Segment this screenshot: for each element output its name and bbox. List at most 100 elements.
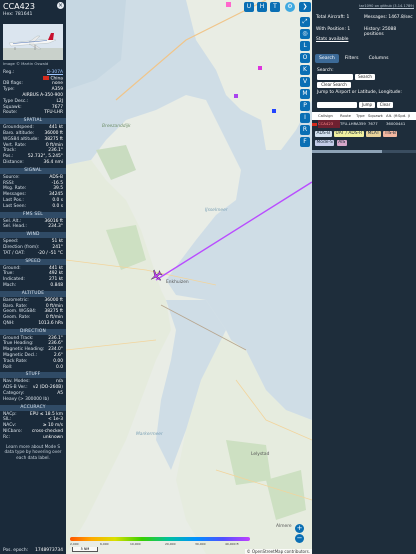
map-button-l[interactable]: L [300,41,310,51]
map-canvas[interactable] [66,0,312,554]
field-value: 0.0 [56,364,63,370]
china-flag-icon [43,75,50,80]
jump-button[interactable]: Jump [359,102,375,108]
jump-label: Jump to Airport or Latitude, Longitude: [317,90,402,95]
route-label: Route: [3,110,18,116]
history-positions: History: 25088 positions [364,27,397,37]
col-callsign[interactable]: Callsign [318,112,340,120]
stats-available-link[interactable]: Stats available [316,37,348,42]
map-label-enkhuizen: Enkhuizen [166,280,189,285]
altitude-list: Barometric: 36000 ft Baro. Rate: 0 ft/min Ge… [0,298,66,327]
legend-modes: Mode-S [315,140,335,146]
speed-list: Ground: 441 kt True: 492 kt Indicated: 271 kt… [0,266,66,289]
table-row[interactable]: CCA423 TFU-LHR A359 7677 36000 441 [312,120,416,128]
altitude-tick: 10,000 [130,542,141,546]
field-label: Mach: [3,282,17,288]
legend-uat: UAT / ADS-R [334,131,364,137]
zoom-in-button[interactable]: + [295,524,304,533]
map-view[interactable]: Breezanddijk IJsselmeer Markermeer Enkhu… [66,0,312,554]
route-value: TFU-LHR [44,110,63,116]
spatial-list: Groundspeed: 441 kt Baro. altitude: 36000 f… [0,125,66,166]
wind-list: Speed: 51 kt Direction (from): 241° TAT / OA… [0,239,66,256]
photo-credit[interactable]: Image © Martin Oswald [0,60,66,70]
wind-row: TAT / OAT: -20 / -51 °C [0,251,66,257]
zoom-out-button[interactable]: − [295,534,304,543]
map-button-k[interactable]: K [300,65,310,75]
map-button-t[interactable]: T [270,2,280,12]
map-button-m[interactable]: M [300,89,310,99]
learn-more-text: Learn more about Mode S data type by hov… [4,443,62,460]
section-accuracy[interactable]: ACCURACY [0,404,66,411]
section-wind[interactable]: WIND [0,232,66,239]
table-horizontal-scrollbar[interactable] [312,150,416,153]
field-value: 0.848 [50,282,63,288]
altitude-color-ticks: 2,000 6,000 10,000 20,000 30,000 40,000 … [70,542,250,546]
section-signal[interactable]: SIGNAL [0,167,66,174]
map-button-p[interactable]: P [300,101,310,111]
hex-line: Hex: 781641 [3,12,63,18]
fullscreen-icon[interactable]: ⤢ [300,17,310,27]
callsign-title[interactable]: CCA423 [3,2,63,12]
close-icon[interactable]: × [57,2,64,9]
map-label-almere: Almere [276,524,292,529]
search-button[interactable]: Search [355,74,375,80]
jump-input[interactable] [317,102,357,108]
tab-filters[interactable]: Filters [341,54,363,63]
altitude-tick: 20,000 [165,542,176,546]
field-value: unknown [43,434,63,440]
section-fms-sel[interactable]: FMS SEL [0,211,66,218]
section-spatial[interactable]: SPATIAL [0,118,66,125]
col-squawk[interactable]: Squawk [368,112,386,120]
field-value: 234.3° [48,224,63,230]
altitude-tick: 2,000 [70,542,79,546]
section-stuff[interactable]: STUFF [0,372,66,379]
row-squawk: 7677 [368,121,378,126]
panel-toggle-icon[interactable]: ❯ [299,2,311,12]
center-icon[interactable]: ◎ [300,29,310,39]
section-speed[interactable]: SPEED [0,258,66,265]
row-type: A359 [356,121,366,126]
field-value: 36.4 nmi [43,159,63,165]
version-link[interactable]: tar1090 on github (3.14.1789) [359,4,414,8]
section-altitude[interactable]: ALTITUDE [0,290,66,297]
settings-gear-icon[interactable]: ⚙ [285,2,295,12]
clear-button[interactable]: Clear [377,102,393,108]
aircraft-header: CCA423 Hex: 781641 × [0,0,66,24]
col-route[interactable]: Route [340,112,356,120]
row-callsign: CCA423 [318,120,340,128]
search-label: Search: [317,68,334,73]
selected-aircraft-panel: CCA423 Hex: 781641 × Image © Martin Oswa… [0,0,66,554]
tab-search[interactable]: Search [315,54,339,63]
col-speed[interactable]: Spd. (kt) [398,112,410,120]
row-route: TFU-LHR [340,121,356,126]
col-type[interactable]: Type [356,112,368,120]
field-label: Last Seen: [3,203,26,209]
map-button-o[interactable]: O [300,53,310,63]
search-input[interactable] [317,74,353,80]
scrollbar-thumb[interactable] [312,150,382,153]
map-button-r[interactable]: R [300,125,310,135]
field-value: 0.0 s [52,203,63,209]
col-altitude[interactable]: Alt. (ft) [386,112,398,120]
legend-mlat: MLAT [366,131,381,137]
map-label-breezanddijk: Breezanddijk [102,124,131,129]
map-label-lelystad: Lelystad [251,452,270,457]
field-label: Heavy (> 300000 lb) [3,396,49,402]
altitude-tick: 30,000 [195,542,206,546]
clear-search-button[interactable]: Clear Search [317,82,351,88]
map-button-v[interactable]: V [300,77,310,87]
map-button-i[interactable]: I [300,113,310,123]
map-button-f[interactable]: F [300,137,310,147]
altitude-row: QNH: 1013.6 hPa [0,321,66,327]
direction-list: Ground Track: 236.1° True Heading: 236.6° Ma… [0,336,66,371]
map-button-u[interactable]: U [244,2,254,12]
map-button-h[interactable]: H [257,2,267,12]
section-direction[interactable]: DIRECTION [0,328,66,335]
map-attribution[interactable]: © OpenStreetMap contributors. [244,549,312,554]
accuracy-list: NACp: EPU ≤ 18.5 km SIL: < 1e-3 NACv: ≥ 10 m/… [0,412,66,441]
with-position: With Position: 1 [316,27,351,32]
aircraft-photo[interactable] [3,24,63,60]
zoom-controls: + − [295,524,304,544]
tab-columns[interactable]: Columns [365,54,393,63]
source-legend: ADS-B UAT / ADS-R MLAT TIS-B Mode-S AIS [315,129,415,147]
